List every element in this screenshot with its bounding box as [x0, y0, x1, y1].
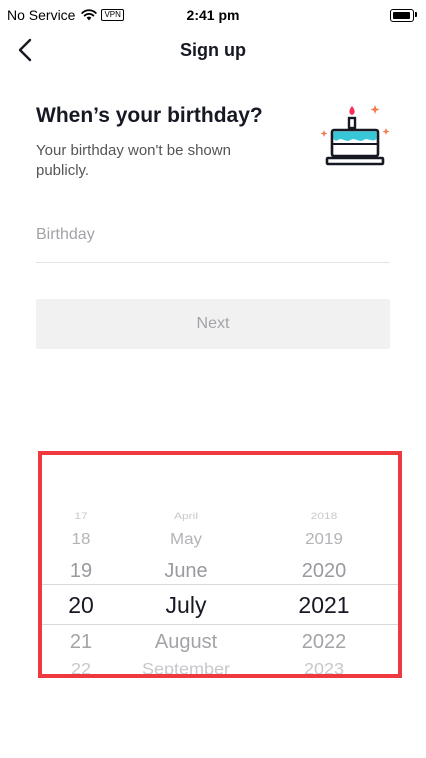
picker-day: 17 [74, 510, 88, 522]
battery-tip [415, 12, 417, 17]
next-button[interactable]: Next [36, 299, 390, 349]
picker-year: 2019 [305, 530, 343, 548]
picker-month: August [154, 631, 218, 653]
status-bar: No Service VPN 2:41 pm [0, 0, 426, 30]
picker-month: April [173, 510, 198, 522]
picker-year: 2021 [298, 592, 350, 618]
picker-day: 21 [69, 631, 93, 653]
picker-year: 2020 [301, 560, 347, 582]
picker-month: May [169, 530, 203, 548]
picker-month: September [141, 660, 231, 678]
birthday-input[interactable] [36, 222, 390, 248]
picker-day: 19 [69, 560, 93, 582]
date-picker[interactable]: 17 April 2018 18 May 2019 19 June 2020 20 July 2021… [38, 451, 402, 678]
picker-year: 2023 [303, 660, 345, 678]
selection-line-bottom [42, 624, 398, 625]
privacy-subtext: Your birthday won't be shown publicly. [36, 142, 231, 179]
status-time: 2:41 pm [186, 7, 240, 23]
picker-day: 20 [68, 592, 94, 618]
picker-year: 2022 [301, 631, 347, 653]
picker-month: June [164, 560, 208, 582]
selection-line-top [42, 584, 398, 585]
picker-month: July [165, 592, 207, 618]
picker-day: 18 [71, 530, 91, 548]
birthday-field[interactable] [36, 222, 390, 263]
page-title: Sign up [180, 40, 246, 60]
birthday-heading: When’s your birthday? [36, 104, 263, 127]
birthday-cake-icon [320, 105, 390, 166]
nav-bar: Sign up [0, 30, 426, 72]
battery-icon [390, 9, 414, 22]
picker-year: 2018 [310, 510, 338, 522]
picker-day: 22 [70, 660, 92, 678]
